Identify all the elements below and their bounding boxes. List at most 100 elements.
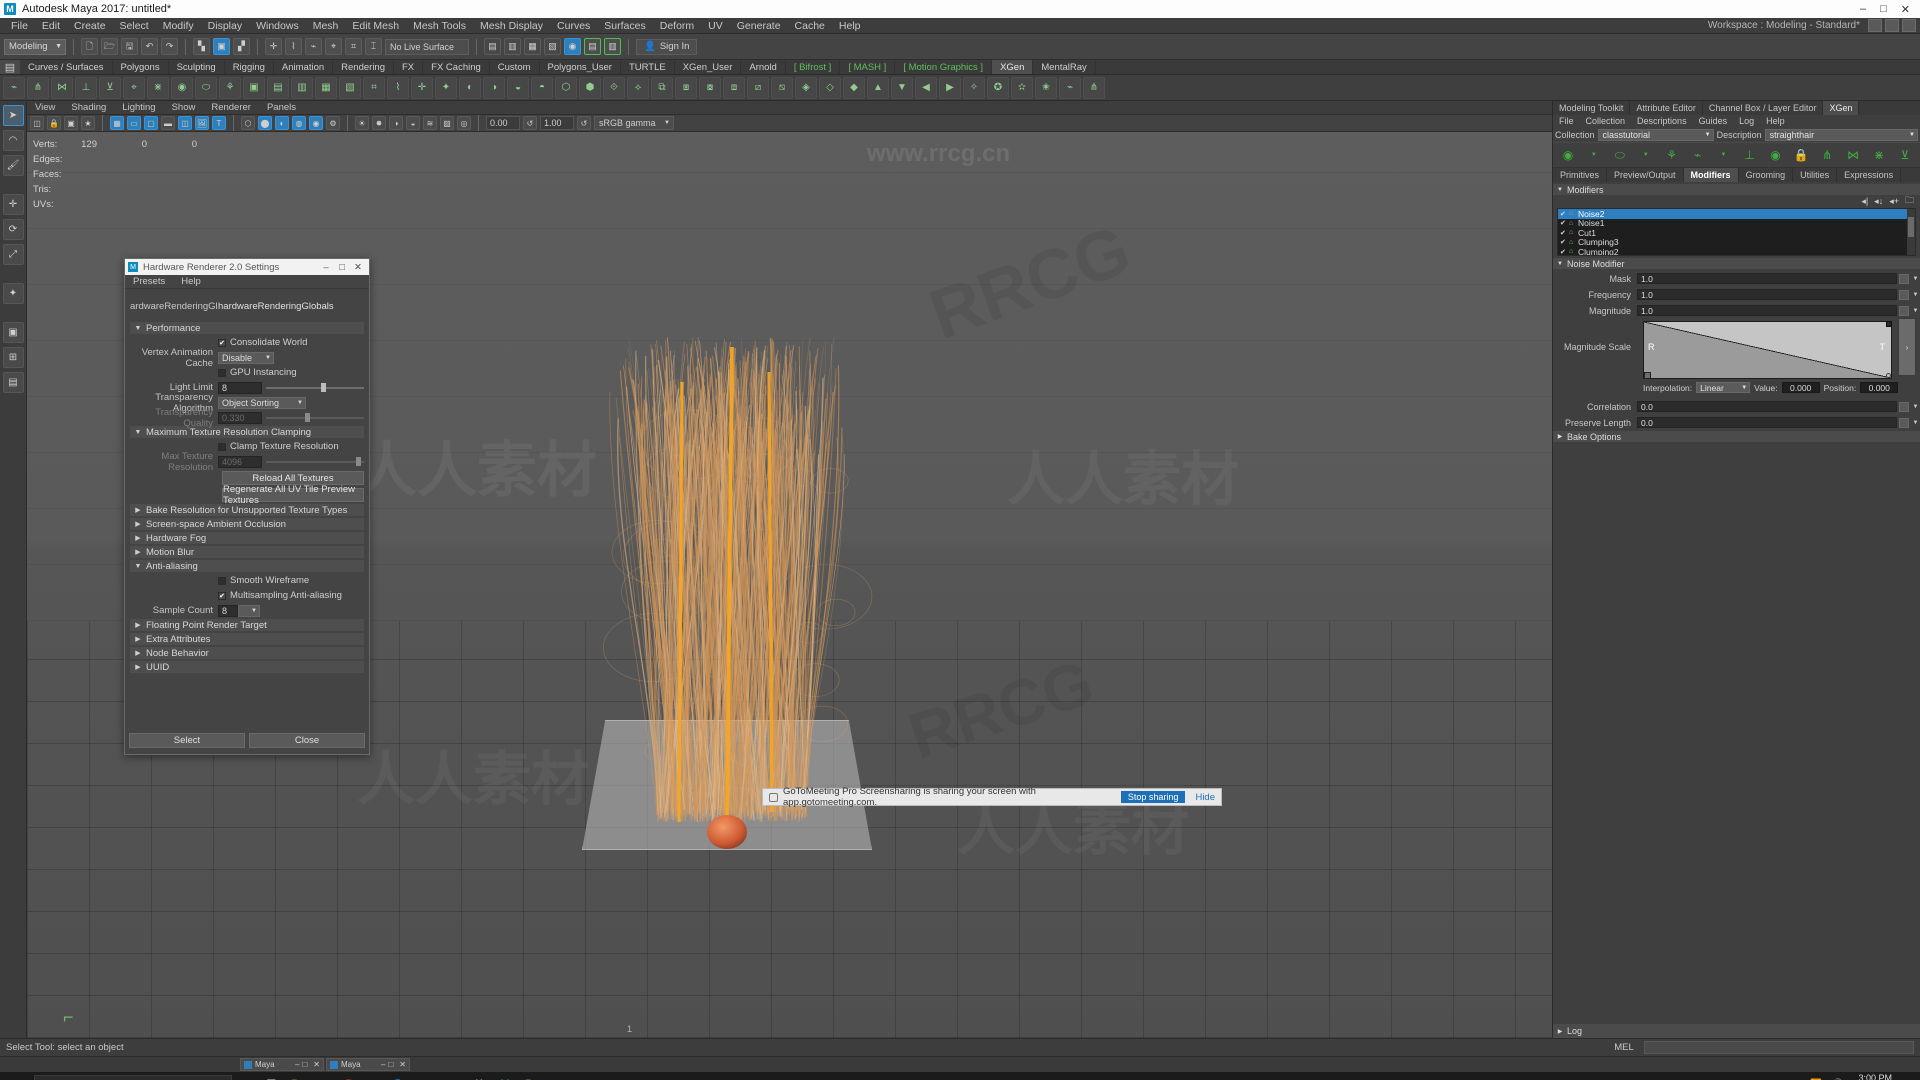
redo-icon[interactable]: ↷ — [161, 38, 178, 55]
shelf-icon-34[interactable]: ◈ — [795, 76, 817, 99]
shelf-icon-6[interactable]: ⌖ — [123, 76, 145, 99]
modifier-list-item[interactable]: ✔ ⌂ Noise1 — [1558, 218, 1915, 228]
shelf-icon-30[interactable]: ⧇ — [699, 76, 721, 99]
gate-mask-icon[interactable]: ▬ — [161, 116, 175, 130]
groom-icon[interactable]: ⋔ — [1816, 145, 1838, 165]
section-noise-modifier[interactable]: ▼ Noise Modifier — [1553, 258, 1920, 269]
shelf-icon-27[interactable]: ⟡ — [627, 76, 649, 99]
new-scene-icon[interactable]: 🗋 — [81, 38, 98, 55]
right-tab-attribute-editor[interactable]: Attribute Editor — [1630, 101, 1703, 115]
shelf-tab-mentalray[interactable]: MentalRay — [1033, 60, 1096, 74]
node-editor-icon[interactable]: ▥ — [604, 38, 621, 55]
shelf-icon-42[interactable]: ✪ — [987, 76, 1009, 99]
section-performance[interactable]: ▼ Performance — [130, 322, 364, 334]
consolidate-world-checkbox[interactable]: ✔ — [218, 338, 226, 347]
menuset-selector[interactable]: Modeling ▼ — [4, 38, 66, 55]
shelf-icon-32[interactable]: ⧄ — [747, 76, 769, 99]
menu-help[interactable]: Help — [832, 18, 868, 34]
xgen-subtab-grooming[interactable]: Grooming — [1739, 168, 1794, 182]
modifier-list-item[interactable]: ✔ ⌂ Noise2 — [1558, 209, 1915, 219]
shelf-icon-19[interactable]: ✦ — [435, 76, 457, 99]
node-name-value[interactable]: hardwareRenderingGlobals — [218, 301, 334, 312]
close-button[interactable]: Close — [249, 732, 365, 748]
close-icon[interactable]: ✕ — [399, 1060, 406, 1069]
folder2-icon[interactable]: 🗀 — [518, 1074, 544, 1080]
select-by-component-icon[interactable]: ▞ — [233, 38, 250, 55]
folder-icon[interactable]: 🗀 — [284, 1074, 310, 1080]
menu-uv[interactable]: UV — [701, 18, 730, 34]
media-icon[interactable]: ◉ — [414, 1074, 440, 1080]
maximize-button[interactable]: □ — [1880, 3, 1887, 16]
resolution-gate-icon[interactable]: ▢ — [144, 116, 158, 130]
shelf-icon-33[interactable]: ⧅ — [771, 76, 793, 99]
snap-to-point-icon[interactable]: ⌁ — [305, 38, 322, 55]
minimize-icon[interactable]: – — [381, 1060, 385, 1069]
expression-icon[interactable] — [1899, 305, 1909, 316]
shelf-icon-24[interactable]: ⬡ — [555, 76, 577, 99]
ramp-value-field[interactable]: 0.000 — [1781, 382, 1820, 393]
section-hardware-fog[interactable]: ▶ Hardware Fog — [130, 532, 364, 544]
preview-eye-icon[interactable]: ◉ — [1557, 145, 1579, 165]
select-by-hierarchy-icon[interactable]: ▚ — [193, 38, 210, 55]
shelf-tab-custom[interactable]: Custom — [490, 60, 540, 74]
select-camera-icon[interactable]: ◫ — [30, 116, 44, 130]
shelf-icon-1[interactable]: ⌁ — [3, 76, 25, 99]
default-light-icon[interactable]: ☀ — [355, 116, 369, 130]
select-guide-icon[interactable]: ⋇ — [1868, 145, 1890, 165]
shelf-icon-7[interactable]: ⋇ — [147, 76, 169, 99]
shelf-tab-fx[interactable]: FX — [394, 60, 424, 74]
task-view-icon[interactable]: ❐ — [258, 1074, 284, 1080]
shelf-tab-animation[interactable]: Animation — [274, 60, 334, 74]
section-bake-options[interactable]: ▶ Bake Options — [1553, 431, 1920, 442]
add-guide-icon[interactable]: ⊥ — [1738, 145, 1760, 165]
persp-outliner-view-icon[interactable]: ▤ — [2, 372, 24, 393]
shelf-icon-23[interactable]: ◓ — [531, 76, 553, 99]
taskbar-window-button[interactable]: Maya – □ ✕ — [326, 1058, 410, 1071]
shelf-icon-31[interactable]: ⧈ — [723, 76, 745, 99]
shelf-icon-14[interactable]: ▦ — [315, 76, 337, 99]
clamp-texture-resolution-checkbox[interactable] — [218, 442, 226, 451]
ramp-position-field[interactable]: 0.000 — [1860, 382, 1899, 393]
shelf-icon-45[interactable]: ⌁ — [1059, 76, 1081, 99]
shelf-icon-26[interactable]: ⟐ — [603, 76, 625, 99]
visibility-icon[interactable]: ⬭ — [1609, 145, 1631, 165]
shelf-icon-39[interactable]: ◀ — [915, 76, 937, 99]
ramp-key-top-right[interactable] — [1886, 321, 1892, 327]
shelf-tab-xgen[interactable]: XGen — [992, 60, 1034, 74]
section-uuid[interactable]: ▶ UUID — [130, 661, 364, 673]
row-multisampling[interactable]: ✔ Multisampling Anti-aliasing — [130, 589, 364, 602]
xgen-subtab-expressions[interactable]: Expressions — [1837, 168, 1902, 182]
camera-attributes-icon[interactable]: ▣ — [64, 116, 78, 130]
layout-icon-1[interactable] — [1868, 19, 1882, 32]
save-scene-icon[interactable]: 🖫 — [121, 38, 138, 55]
chevron-down-icon[interactable]: ▼ — [1713, 145, 1735, 165]
reload-all-textures-button[interactable]: Reload All Textures — [222, 471, 364, 485]
shelf-tab-curves-surfaces[interactable]: Curves / Surfaces — [20, 60, 113, 74]
move-tool-icon[interactable]: ✛ — [2, 194, 24, 215]
move-down-icon[interactable]: ◂↓ — [1874, 196, 1883, 207]
xgen-subtab-preview-output[interactable]: Preview/Output — [1607, 168, 1684, 182]
maximize-icon[interactable]: □ — [388, 1060, 393, 1069]
gamma-field[interactable]: 1.00 — [540, 116, 574, 130]
shelf-icon-29[interactable]: ⧆ — [675, 76, 697, 99]
section-floating-point-render-target[interactable]: ▶ Floating Point Render Target — [130, 619, 364, 631]
section-modifiers[interactable]: ▼ Modifiers — [1553, 184, 1920, 195]
wireframe-on-shaded-icon[interactable]: ◍ — [292, 116, 306, 130]
screen-space-ao-icon[interactable]: ◒ — [406, 116, 420, 130]
menu-edit-mesh[interactable]: Edit Mesh — [345, 18, 406, 34]
last-tool-icon[interactable]: ✦ — [2, 283, 24, 304]
select-by-object-icon[interactable]: ▣ — [213, 38, 230, 55]
dialog-close-button[interactable]: ✕ — [350, 262, 366, 273]
shelf-icon-11[interactable]: ▣ — [243, 76, 265, 99]
bookmark-icon[interactable]: ★ — [81, 116, 95, 130]
menu-windows[interactable]: Windows — [249, 18, 306, 34]
photoshop-icon[interactable]: Ps — [388, 1074, 414, 1080]
color-space-selector[interactable]: sRGB gamma ▼ — [594, 116, 674, 130]
open-scene-icon[interactable]: 🗁 — [101, 38, 118, 55]
dialog-menu-help[interactable]: Help — [173, 276, 209, 287]
section-motion-blur[interactable]: ▶ Motion Blur — [130, 546, 364, 558]
menu-display[interactable]: Display — [201, 18, 249, 34]
viewport-3d[interactable]: www.rrcg.cn RRCG 人人素材 RRCG 人人素材 RRCG 人人素… — [27, 132, 1552, 1038]
windows-start-icon[interactable]: ⊞ — [4, 1076, 34, 1080]
add-description-icon[interactable]: ⚘ — [1661, 145, 1683, 165]
